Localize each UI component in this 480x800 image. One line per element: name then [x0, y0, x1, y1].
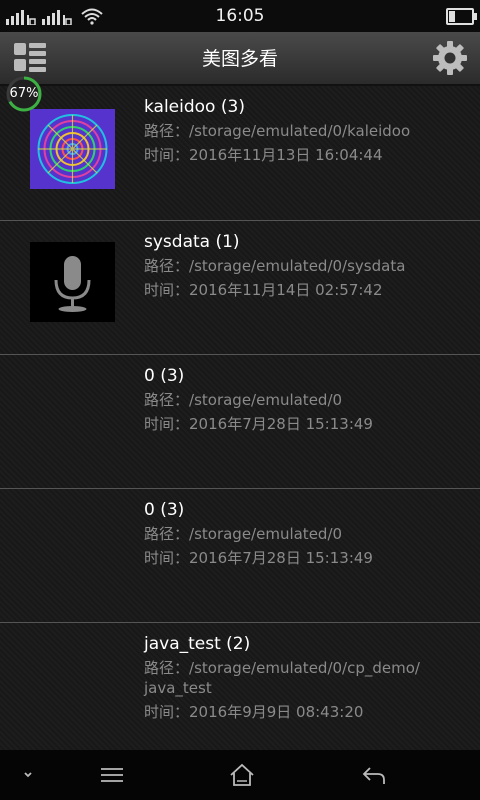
page-title: 美图多看 [201, 48, 278, 70]
clock: 16:05 [215, 6, 265, 26]
storage-progress: 67% [5, 75, 43, 113]
battery-icon [446, 8, 477, 25]
folder-time: 时间：2016年11月14日 02:57:42 [144, 281, 383, 299]
folder-path: 路径：/storage/emulated/0/cp_demo/java_test [144, 659, 420, 697]
menu-icon[interactable] [98, 762, 126, 788]
folder-name: 0 (3) [144, 500, 185, 520]
folder-name: kaleidoo (3) [144, 97, 245, 117]
folder-path: 路径：/storage/emulated/0/kaleidoo [144, 122, 411, 140]
folder-path: 路径：/storage/emulated/0 [144, 525, 343, 543]
list-item[interactable]: kaleidoo (3) 路径：/storage/emulated/0/kale… [0, 86, 480, 221]
folder-time: 时间：2016年7月28日 15:13:49 [144, 549, 373, 567]
folder-time: 时间：2016年7月28日 15:13:49 [144, 415, 373, 433]
folder-path: 路径：/storage/emulated/0 [144, 391, 343, 409]
folder-path: 路径：/storage/emulated/0/sysdata [144, 257, 406, 275]
back-icon[interactable] [360, 762, 388, 788]
list-item[interactable]: 0 (3) 路径：/storage/emulated/0 时间：2016年7月2… [0, 354, 480, 489]
status-bar: 16:05 [0, 0, 480, 32]
list-item[interactable]: java_test (2) 路径：/storage/emulated/0/cp_… [0, 622, 480, 750]
folder-time: 时间：2016年9月9日 08:43:20 [144, 703, 364, 721]
folder-time: 时间：2016年11月13日 16:04:44 [144, 146, 383, 164]
home-icon[interactable] [228, 762, 256, 788]
microphone-icon [30, 242, 115, 322]
folder-name: sysdata (1) [144, 232, 240, 252]
folder-name: java_test (2) [144, 634, 251, 654]
folder-list[interactable]: kaleidoo (3) 路径：/storage/emulated/0/kale… [0, 86, 480, 750]
folder-thumbnail [30, 109, 115, 189]
app-header: 美图多看 [0, 32, 480, 86]
chevron-down-icon[interactable] [16, 762, 40, 788]
gear-icon[interactable] [432, 40, 468, 76]
list-item[interactable]: sysdata (1) 路径：/storage/emulated/0/sysda… [0, 220, 480, 355]
folder-name: 0 (3) [144, 366, 185, 386]
list-item[interactable]: 0 (3) 路径：/storage/emulated/0 时间：2016年7月2… [0, 488, 480, 623]
progress-label: 67% [9, 86, 39, 101]
system-nav-bar [0, 750, 480, 800]
